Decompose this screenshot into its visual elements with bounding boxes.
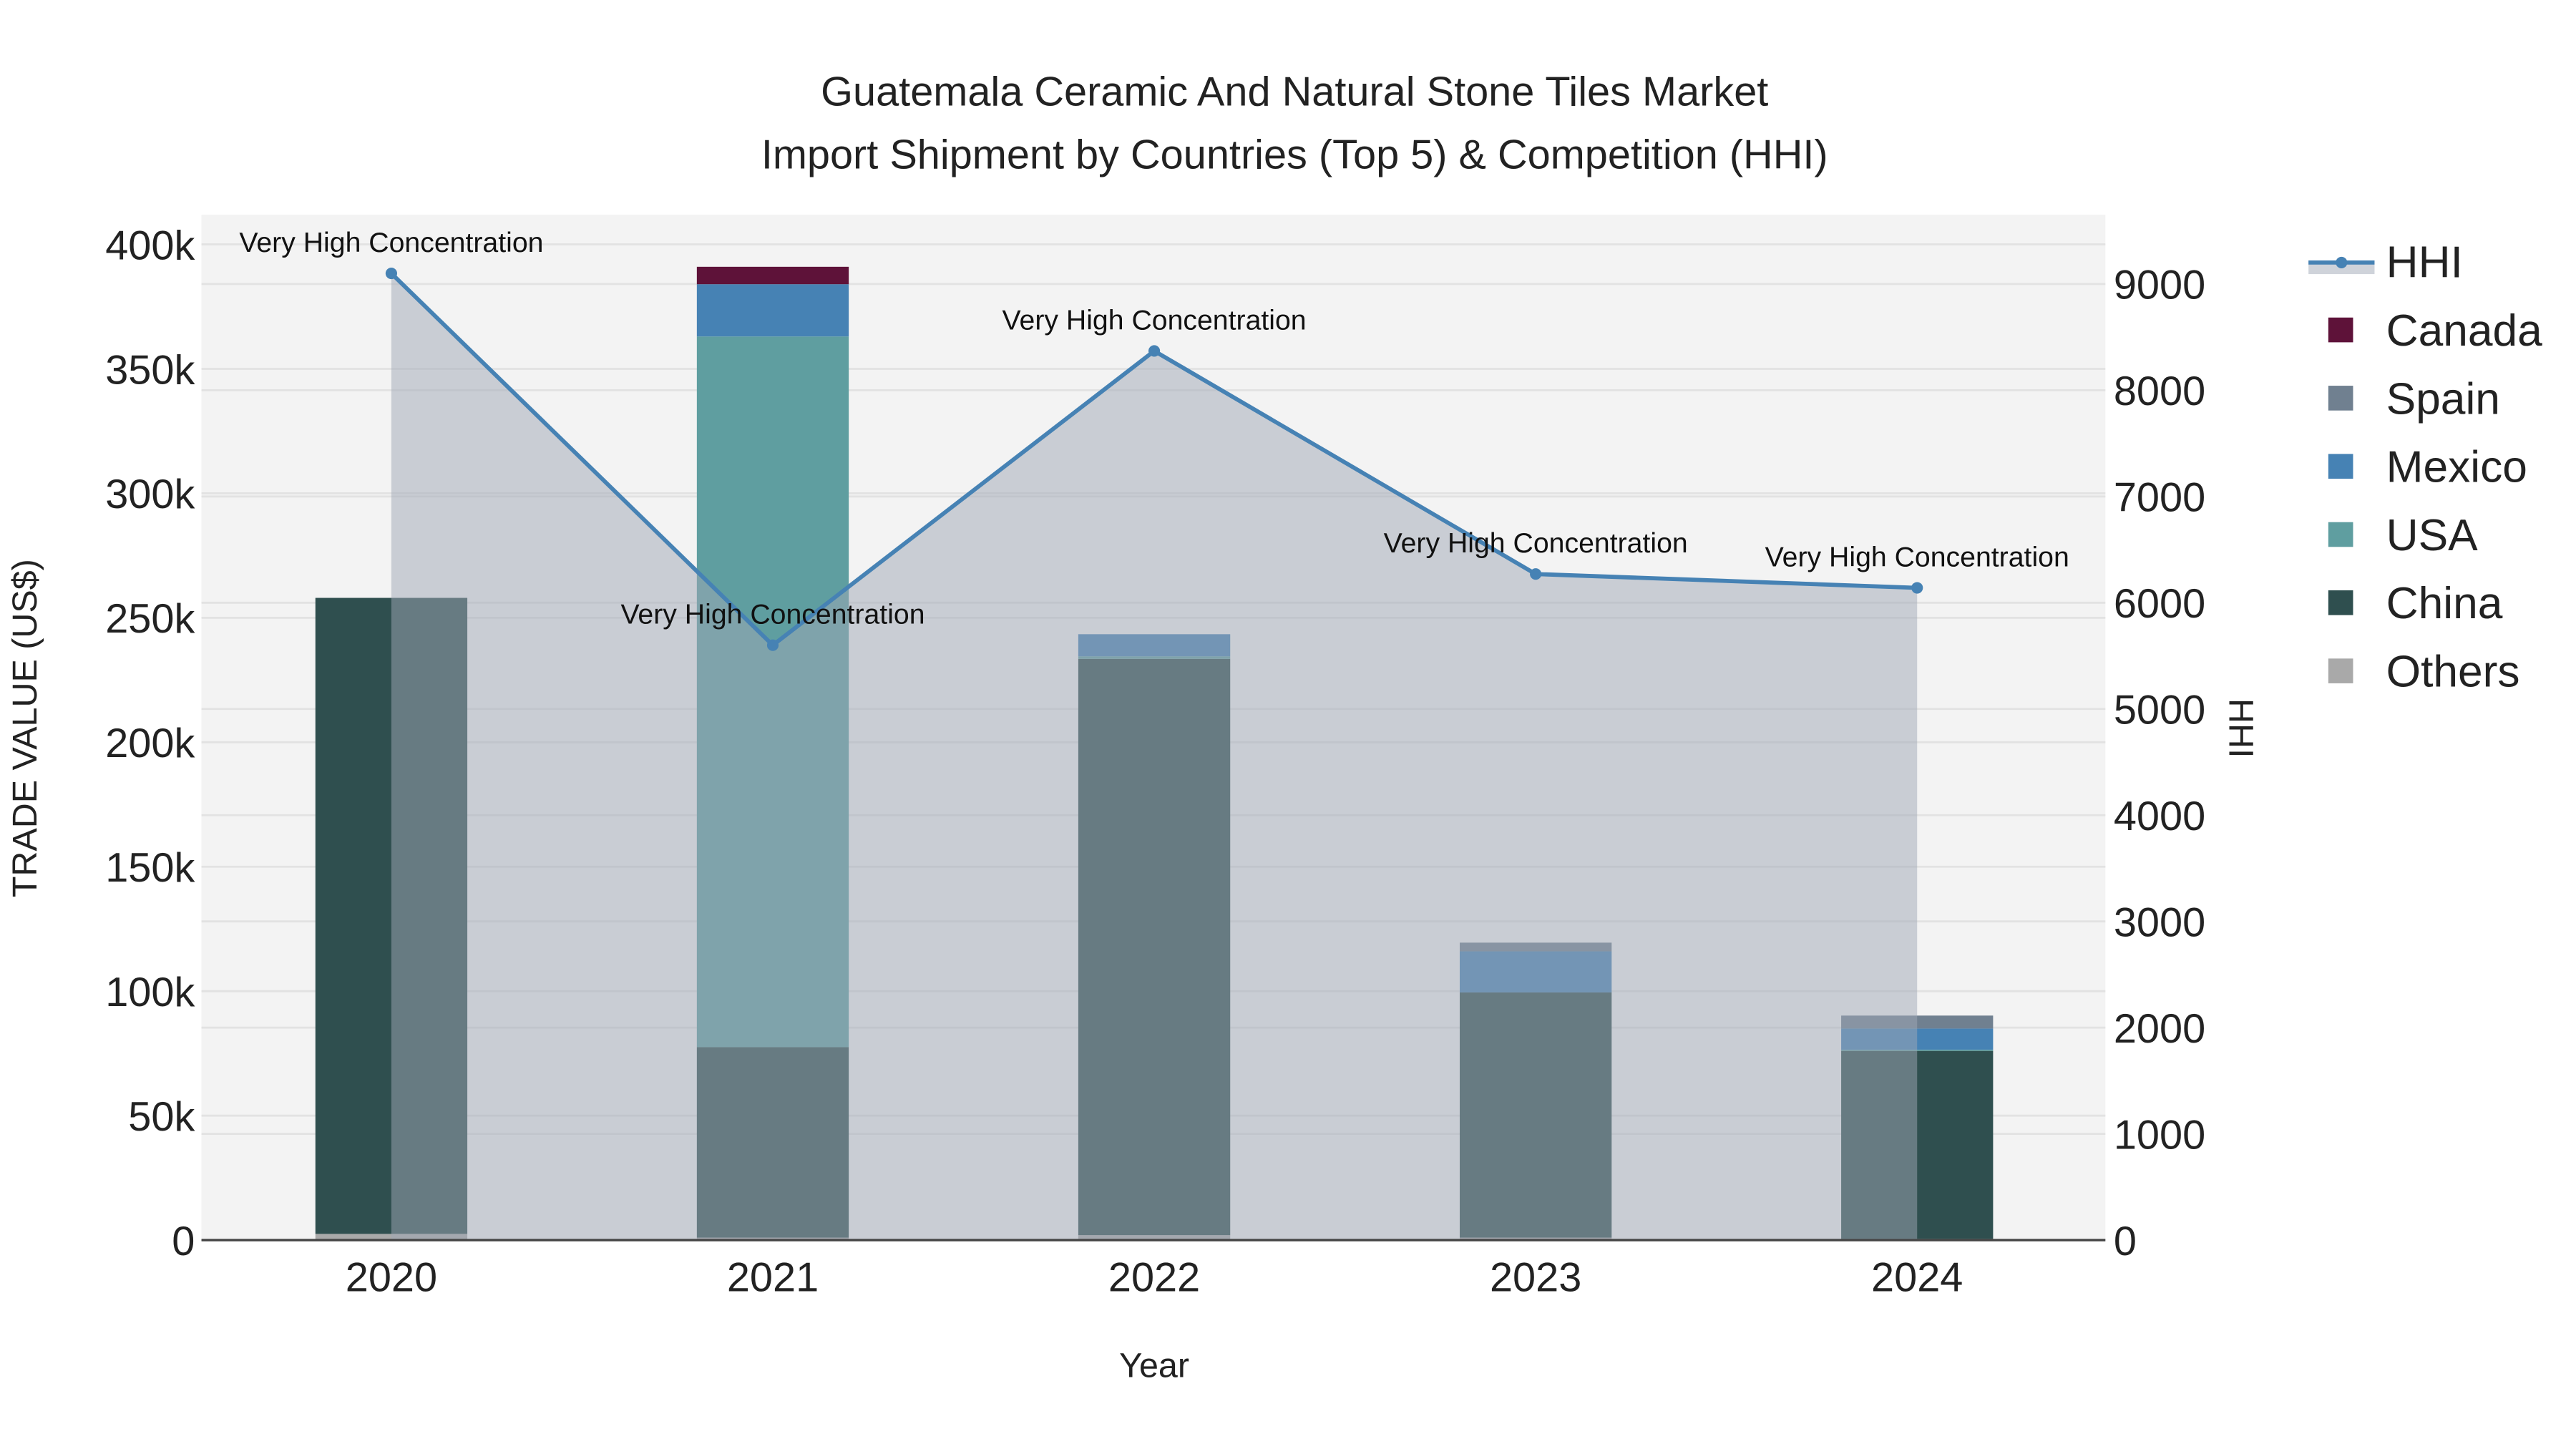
legend-swatch-usa xyxy=(2328,522,2353,547)
legend-label-spain: Spain xyxy=(2386,374,2500,424)
legend-label-hhi: HHI xyxy=(2386,238,2463,288)
y2-tick-label: 7000 xyxy=(2114,475,2205,521)
hhi-point-2020 xyxy=(385,268,397,280)
y2-tick-label: 2000 xyxy=(2114,1006,2205,1052)
y2-tick-label: 5000 xyxy=(2114,688,2205,733)
legend-label-china: China xyxy=(2386,579,2503,628)
x-tick-label: 2022 xyxy=(1108,1255,1200,1301)
legend-swatch-others xyxy=(2328,658,2353,683)
x-axis-title: Year xyxy=(1119,1347,1189,1385)
y-tick-label: 150k xyxy=(105,845,195,891)
y-tick-label: 100k xyxy=(105,970,195,1015)
hhi-point-2022 xyxy=(1148,345,1161,357)
y-tick-label: 250k xyxy=(105,596,195,642)
legend-swatch-spain xyxy=(2328,386,2353,411)
legend-swatch-hhi-marker xyxy=(2336,256,2348,268)
legend-label-usa: USA xyxy=(2386,511,2479,560)
legend-label-mexico: Mexico xyxy=(2386,443,2527,492)
y2-tick-label: 0 xyxy=(2114,1219,2137,1264)
hhi-annotation: Very High Concentration xyxy=(239,227,543,258)
y-tick-label: 300k xyxy=(105,472,195,517)
hhi-point-2021 xyxy=(766,639,779,651)
chart-title-line1: Guatemala Ceramic And Natural Stone Tile… xyxy=(821,69,1768,115)
y-tick-label: 50k xyxy=(128,1094,195,1140)
chart-title-line2: Import Shipment by Countries (Top 5) & C… xyxy=(761,132,1828,177)
x-tick-label: 2024 xyxy=(1871,1255,1963,1301)
bar-canada-2021 xyxy=(696,266,849,285)
hhi-annotation: Very High Concentration xyxy=(1765,542,2069,573)
y2-tick-label: 1000 xyxy=(2114,1112,2205,1158)
y-tick-label: 0 xyxy=(172,1219,195,1264)
y-axis-title: TRADE VALUE (US$) xyxy=(6,559,44,897)
y-tick-label: 350k xyxy=(105,347,195,393)
hhi-annotation: Very High Concentration xyxy=(1384,527,1688,559)
legend-swatch-china xyxy=(2328,590,2353,615)
legend-swatch-canada xyxy=(2328,317,2353,343)
y2-tick-label: 9000 xyxy=(2114,263,2205,308)
y-tick-label: 400k xyxy=(105,223,195,268)
y-tick-label: 200k xyxy=(105,721,195,766)
hhi-annotation: Very High Concentration xyxy=(620,599,924,630)
y2-tick-label: 3000 xyxy=(2114,899,2205,945)
x-tick-label: 2021 xyxy=(727,1255,819,1301)
legend-swatch-mexico xyxy=(2328,454,2353,479)
legend-label-canada: Canada xyxy=(2386,306,2543,356)
y2-tick-label: 4000 xyxy=(2114,794,2205,839)
x-tick-label: 2020 xyxy=(346,1255,437,1301)
y2-tick-label: 6000 xyxy=(2114,581,2205,627)
bar-mexico-2021 xyxy=(696,284,849,337)
y2-axis-title: HHI xyxy=(2221,698,2260,758)
hhi-point-2024 xyxy=(1911,582,1923,594)
chart: Guatemala Ceramic And Natural Stone Tile… xyxy=(0,0,2576,1449)
hhi-point-2023 xyxy=(1530,568,1542,580)
hhi-annotation: Very High Concentration xyxy=(1002,304,1307,336)
y2-tick-label: 8000 xyxy=(2114,369,2205,414)
legend-label-others: Others xyxy=(2386,648,2520,697)
x-tick-label: 2023 xyxy=(1490,1255,1581,1301)
